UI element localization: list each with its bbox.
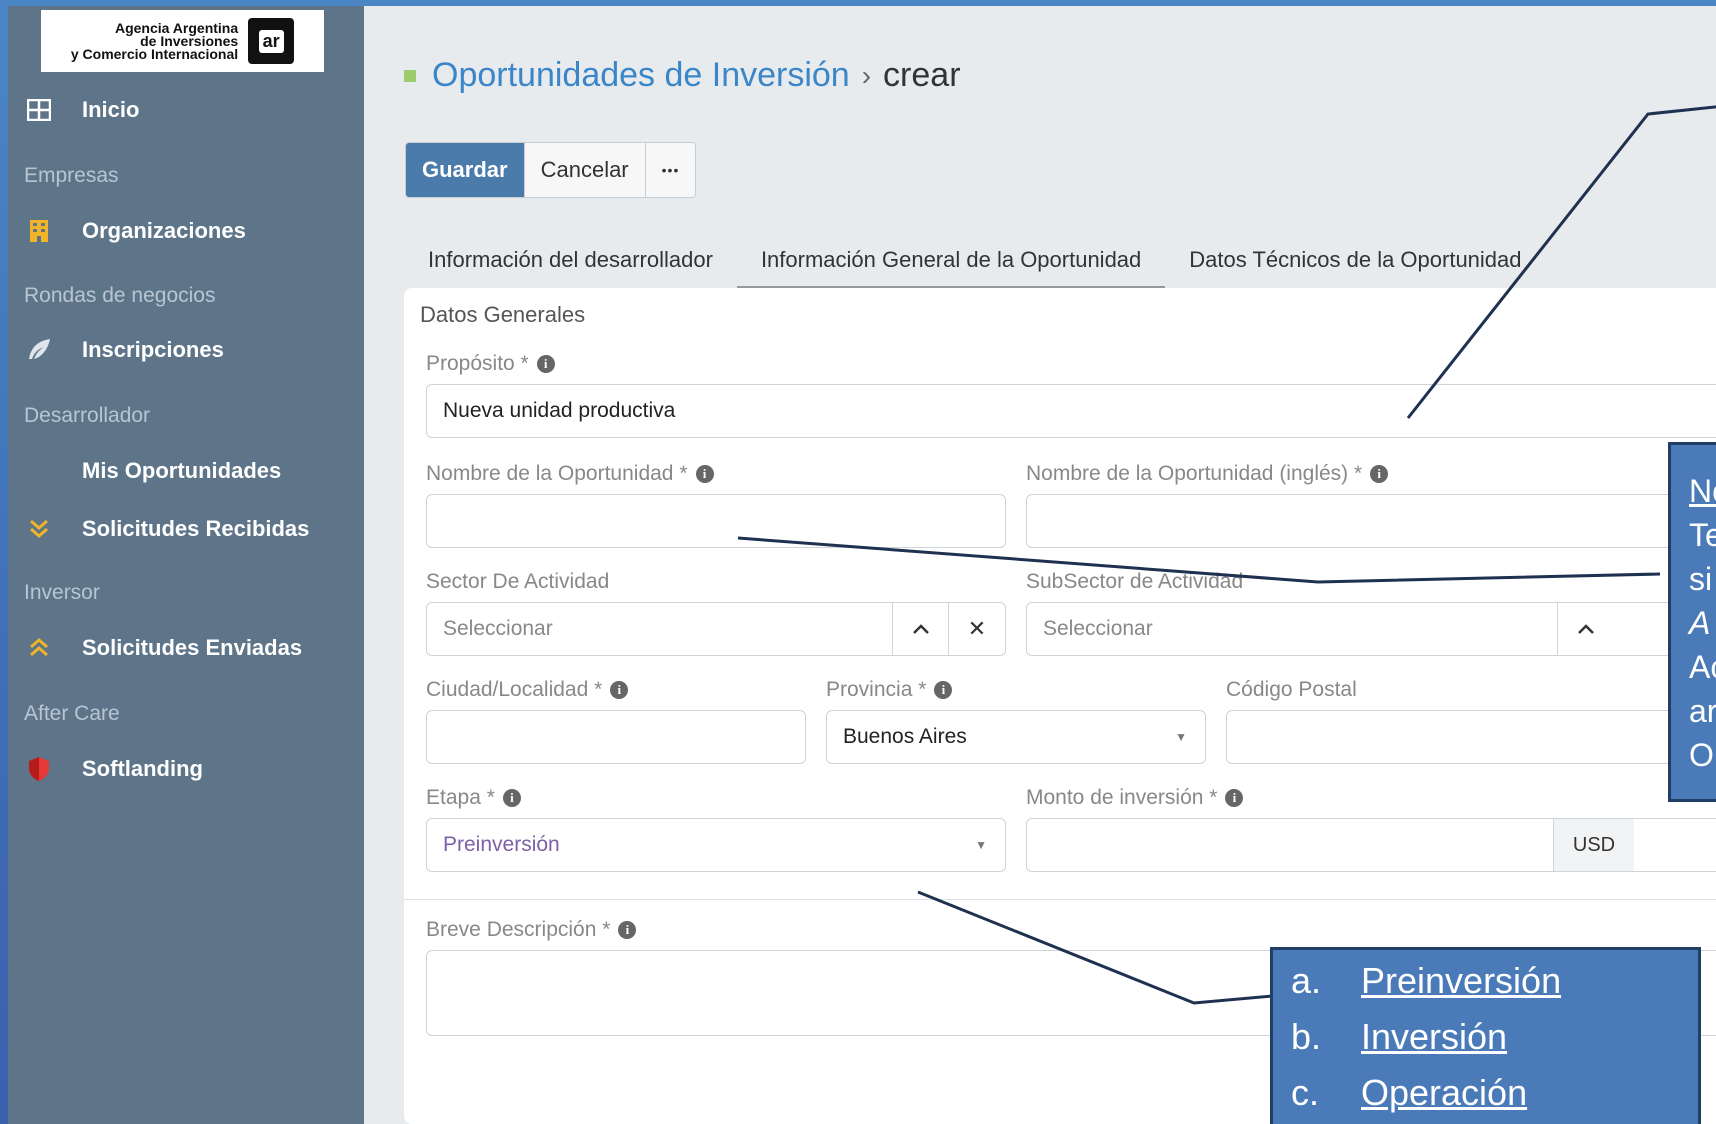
info-icon[interactable]: i <box>502 789 521 807</box>
shield-icon <box>24 754 54 784</box>
tab-developer-info[interactable]: Información del desarrollador <box>404 234 737 286</box>
nombre-en-input[interactable] <box>1026 494 1716 548</box>
codigo-postal-label: Código Postal <box>1226 678 1357 701</box>
sidebar-item-solicitudes-enviadas[interactable]: Solicitudes Enviadas <box>8 628 364 668</box>
stages-callout: a. Preinversión b. Inversión c. Operació… <box>1270 947 1701 1124</box>
nombre-label: Nombre de la Oportunidad * i <box>426 462 714 486</box>
info-icon[interactable]: i <box>618 921 637 939</box>
info-icon[interactable]: i <box>934 681 953 699</box>
breadcrumb-current: crear <box>883 56 961 94</box>
chevron-up-icon[interactable] <box>1557 603 1614 655</box>
stage-item-b: b. Inversión <box>1291 1016 1508 1057</box>
note-line: No <box>1689 473 1716 509</box>
section-desarrollador: Desarrollador <box>24 404 151 427</box>
cancel-button[interactable]: Cancelar <box>524 143 646 197</box>
breadcrumb-separator: › <box>861 59 872 91</box>
sidebar-item-solicitudes-recibidas[interactable]: Solicitudes Recibidas <box>8 509 364 549</box>
provincia-select[interactable]: Buenos Aires ▼ <box>826 710 1206 764</box>
section-rondas: Rondas de negocios <box>24 284 216 307</box>
logo-line-3: y Comercio Internacional <box>70 45 239 62</box>
logo-mark: ar <box>248 18 295 64</box>
sidebar-item-label: Solicitudes Recibidas <box>82 516 310 541</box>
sidebar-item-inscripciones[interactable]: Inscripciones <box>8 330 364 370</box>
sidebar-item-label: Softlanding <box>82 756 203 781</box>
stage-item-c: c. Operación <box>1291 1072 1528 1113</box>
section-title: Datos Generales <box>420 302 586 327</box>
nombre-input[interactable] <box>426 494 1006 548</box>
sidebar-item-organizaciones[interactable]: Organizaciones <box>8 211 364 251</box>
etapa-select[interactable]: Preinversión ▼ <box>426 818 1006 872</box>
feather-icon <box>24 335 54 365</box>
provincia-label: Provincia * i <box>826 678 953 702</box>
subsector-select[interactable]: Seleccionar <box>1026 602 1716 656</box>
descripcion-label: Breve Descripción * i <box>426 918 637 942</box>
name-note-callout: No Te si A Ac ar O <box>1668 442 1716 802</box>
more-options-button[interactable]: ••• <box>645 143 696 197</box>
double-chevron-up-icon <box>24 633 54 663</box>
note-line: si <box>1689 561 1713 597</box>
breadcrumb-link[interactable]: Oportunidades de Inversión <box>432 56 850 95</box>
subsector-label: SubSector de Actividad <box>1026 570 1244 593</box>
section-after-care: After Care <box>24 702 120 725</box>
etapa-label: Etapa * i <box>426 786 521 810</box>
action-button-group: Guardar Cancelar ••• <box>405 142 697 198</box>
chevron-up-icon[interactable] <box>892 603 949 655</box>
sidebar-item-label: Inicio <box>82 97 140 122</box>
monto-label: Monto de inversión * i <box>1026 786 1244 810</box>
ciudad-input[interactable] <box>426 710 806 764</box>
sidebar-item-label: Organizaciones <box>82 218 246 243</box>
tab-technical-data[interactable]: Datos Técnicos de la Oportunidad <box>1165 234 1545 286</box>
info-icon[interactable]: i <box>695 465 714 483</box>
breadcrumb-marker-icon <box>404 69 416 82</box>
building-icon <box>24 216 54 246</box>
breadcrumb: Oportunidades de Inversión › crear <box>404 56 961 95</box>
clear-icon[interactable]: ✕ <box>948 603 1005 655</box>
sidebar: Agencia Argentina de Inversiones y Comer… <box>8 6 364 1124</box>
codigo-postal-input[interactable] <box>1226 710 1716 764</box>
stage-item-a: a. Preinversión <box>1291 960 1562 1001</box>
section-empresas: Empresas <box>24 164 119 187</box>
ciudad-label: Ciudad/Localidad * i <box>426 678 629 702</box>
chevron-down-icon: ▼ <box>1175 730 1187 744</box>
note-line: ar <box>1689 693 1716 729</box>
sector-select[interactable]: Seleccionar ✕ <box>426 602 1006 656</box>
sidebar-item-label: Solicitudes Enviadas <box>82 635 303 660</box>
double-chevron-down-icon <box>24 514 54 544</box>
note-line: A <box>1689 605 1711 641</box>
divider <box>404 899 1716 900</box>
grid-icon <box>24 95 54 125</box>
sidebar-item-label: Inscripciones <box>82 337 224 362</box>
sidebar-item-mis-oportunidades[interactable]: Mis Oportunidades <box>8 451 364 491</box>
app-window: Agencia Argentina de Inversiones y Comer… <box>8 6 1716 1124</box>
proposito-select[interactable]: Nueva unidad productiva ▼ <box>426 384 1716 438</box>
nombre-en-label: Nombre de la Oportunidad (inglés) * i <box>1026 462 1389 486</box>
monto-input[interactable]: USD <box>1026 818 1716 872</box>
note-line: Te <box>1689 517 1716 553</box>
info-icon[interactable]: i <box>536 355 555 373</box>
proposito-label: Propósito * i <box>426 352 555 376</box>
agency-logo[interactable]: Agencia Argentina de Inversiones y Comer… <box>41 10 324 72</box>
chevron-down-icon: ▼ <box>975 838 987 852</box>
tab-general-info[interactable]: Información General de la Oportunidad <box>736 234 1166 289</box>
save-button[interactable]: Guardar <box>406 143 525 197</box>
note-line: O <box>1689 737 1714 773</box>
note-line: Ac <box>1689 649 1716 685</box>
info-icon[interactable]: i <box>1370 465 1389 483</box>
section-inversor: Inversor <box>24 581 100 604</box>
form-tabs: Información del desarrollador Informació… <box>404 234 1546 289</box>
currency-addon: USD <box>1553 819 1634 871</box>
sidebar-item-inicio[interactable]: Inicio <box>8 90 364 130</box>
sidebar-item-softlanding[interactable]: Softlanding <box>8 749 364 789</box>
info-icon[interactable]: i <box>1225 789 1244 807</box>
sidebar-item-label: Mis Oportunidades <box>82 458 282 483</box>
sector-label: Sector De Actividad <box>426 570 610 593</box>
info-icon[interactable]: i <box>610 681 629 699</box>
